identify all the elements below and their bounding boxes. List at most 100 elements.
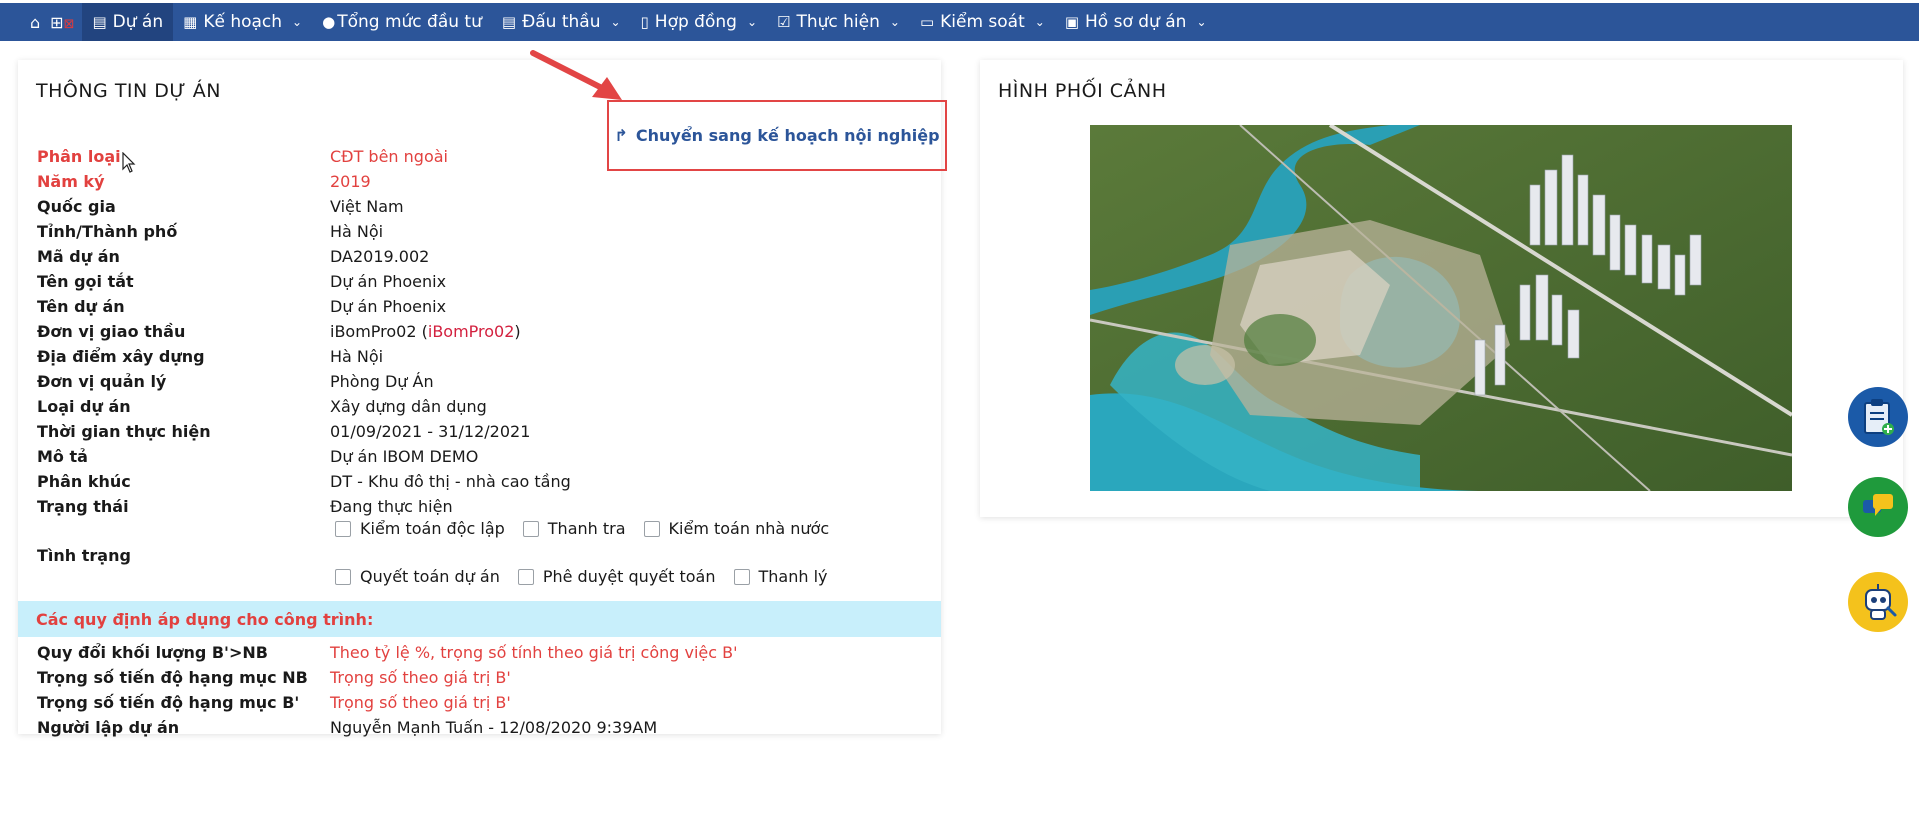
contract-icon: ▯ — [640, 13, 649, 31]
checkbox-kiem-toan-nha-nuoc[interactable]: Kiểm toán nhà nước — [643, 519, 830, 538]
checkbox[interactable] — [335, 568, 351, 585]
project-fields: Phân loại CĐT bên ngoài Năm ký 2019 Quốc… — [37, 144, 571, 519]
checkbox-phe-duyet-quyet-toan[interactable]: Phê duyệt quyết toán — [517, 567, 716, 586]
nav-item-ho-so-du-an[interactable]: ▣ Hồ sơ dự án ⌄ — [1055, 3, 1217, 41]
field-value: Dự án Phoenix — [330, 297, 447, 316]
field-label: Loại dự án — [37, 397, 131, 416]
nav-label: Hồ sơ dự án — [1085, 12, 1187, 32]
robot-icon — [1865, 584, 1897, 620]
field-label: Phân khúc — [37, 472, 131, 491]
field-row: Mô tả Dự án IBOM DEMO — [37, 444, 571, 469]
plan-icon: ▦ — [183, 13, 198, 31]
field-value: Đang thực hiện — [330, 497, 453, 516]
chevron-down-icon: ⌄ — [610, 15, 621, 29]
checkbox-kiem-toan-doc-lap[interactable]: Kiểm toán độc lập — [335, 519, 505, 538]
briefcase-icon: ▣ — [1064, 13, 1080, 31]
field-row: Loại dự án Xây dựng dân dụng — [37, 394, 571, 419]
grid-add-icon[interactable]: ⊞⊠ — [50, 13, 74, 32]
checkbox[interactable] — [335, 520, 351, 537]
contractor-link[interactable]: iBomPro02 — [428, 322, 515, 341]
add-note-button[interactable] — [1848, 387, 1908, 447]
field-label: Năm ký — [37, 172, 105, 191]
checkbox-label: Kiểm toán độc lập — [360, 519, 505, 538]
check-icon: ☑ — [777, 13, 791, 31]
field-row: Mã dự án DA2019.002 — [37, 244, 571, 269]
field-value: Dự án Phoenix — [330, 272, 447, 291]
perspective-image — [1090, 125, 1792, 491]
checkbox-label: Quyết toán dự án — [360, 567, 500, 586]
field-label: Tỉnh/Thành phố — [37, 222, 178, 241]
field-value: Hà Nội — [330, 222, 384, 241]
rules-fields: Quy đổi khối lượng B'>NB Theo tỷ lệ %, t… — [37, 640, 738, 740]
nav-item-ke-hoach[interactable]: ▦ Kế hoạch ⌄ — [173, 3, 312, 41]
perspective-panel: HÌNH PHỐI CẢNH — [980, 60, 1903, 517]
checkbox-thanh-tra[interactable]: Thanh tra — [522, 519, 626, 538]
rules-header: Các quy định áp dụng cho công trình: — [18, 601, 941, 637]
support-bot-button[interactable] — [1848, 572, 1908, 632]
checkbox[interactable] — [733, 568, 750, 585]
nav-label: Đấu thầu — [522, 12, 601, 32]
chevron-down-icon: ⌄ — [1034, 15, 1045, 29]
redirect-arrow-icon: ↱ — [614, 126, 628, 145]
field-row: Phân khúc DT - Khu đô thị - nhà cao tầng — [37, 469, 571, 494]
nav-item-thuc-hien[interactable]: ☑ Thực hiện ⌄ — [767, 3, 910, 41]
field-label: Tên gọi tắt — [37, 272, 134, 291]
nav-label: Dự án — [112, 12, 164, 32]
nav-item-du-an[interactable]: ▤ Dự án — [82, 3, 174, 41]
top-nav: ⌂ ⊞⊠ ▤ Dự án ▦ Kế hoạch ⌄ ● Tổng mức đầu… — [0, 3, 1919, 41]
rule-label: Quy đổi khối lượng B'>NB — [37, 643, 268, 662]
chevron-down-icon: ⌄ — [292, 15, 303, 29]
monitor-icon: ▭ — [919, 13, 935, 31]
chat-button[interactable] — [1848, 477, 1908, 537]
rule-row: Trọng số tiến độ hạng mục B' Trọng số th… — [37, 690, 738, 715]
field-label: Tên dự án — [37, 297, 125, 316]
chevron-down-icon: ⌄ — [746, 15, 757, 29]
nav-label: Kế hoạch — [203, 12, 283, 32]
clipboard-add-icon — [1864, 399, 1894, 435]
home-group: ⌂ ⊞⊠ — [0, 3, 82, 41]
perspective-title: HÌNH PHỐI CẢNH — [998, 80, 1167, 102]
field-value: Hà Nội — [330, 347, 384, 366]
field-row: Tên gọi tắt Dự án Phoenix — [37, 269, 571, 294]
move-to-internal-plan-button[interactable]: ↱ Chuyển sang kế hoạch nội nghiệp — [607, 100, 947, 171]
chat-icon — [1863, 494, 1893, 516]
field-value: Việt Nam — [330, 197, 404, 216]
nav-item-dau-thau[interactable]: ▤ Đấu thầu ⌄ — [492, 3, 631, 41]
money-bag-icon: ● — [322, 13, 336, 31]
nav-item-kiem-soat[interactable]: ▭ Kiểm soát ⌄ — [910, 3, 1055, 41]
checkbox[interactable] — [643, 520, 660, 537]
field-value: DA2019.002 — [330, 247, 430, 266]
rule-value: Trọng số theo giá trị B' — [330, 693, 511, 712]
checkbox-quyet-toan-du-an[interactable]: Quyết toán dự án — [335, 567, 500, 586]
home-icon[interactable]: ⌂ — [30, 13, 40, 32]
chevron-down-icon: ⌄ — [1196, 15, 1207, 29]
nav-label: Tổng mức đầu tư — [337, 12, 482, 32]
field-label: Mô tả — [37, 447, 88, 466]
rule-value: Trọng số theo giá trị B' — [330, 668, 511, 687]
nav-label: Hợp đồng — [654, 12, 737, 32]
nav-label: Kiểm soát — [940, 12, 1025, 32]
status-label: Tình trạng — [37, 546, 131, 565]
checkbox-label: Phê duyệt quyết toán — [542, 567, 716, 586]
field-row: Quốc gia Việt Nam — [37, 194, 571, 219]
field-value: Phòng Dự Án — [330, 372, 434, 391]
rule-value: Theo tỷ lệ %, trọng số tính theo giá trị… — [330, 643, 738, 662]
checkbox[interactable] — [517, 568, 534, 585]
field-label: Phân loại — [37, 147, 121, 166]
field-label: Quốc gia — [37, 197, 116, 216]
mouse-cursor-icon — [122, 152, 136, 173]
checkbox-label: Kiểm toán nhà nước — [668, 519, 830, 538]
checkbox-group-settlement: Quyết toán dự án Phê duyệt quyết toán Th… — [335, 567, 828, 586]
nav-label: Thực hiện — [796, 12, 880, 32]
checkbox[interactable] — [522, 520, 539, 537]
field-row: Thời gian thực hiện 01/09/2021 - 31/12/2… — [37, 419, 571, 444]
field-row: Đơn vị giao thầu iBomPro02 (iBomPro02) — [37, 319, 571, 344]
field-label: Mã dự án — [37, 247, 120, 266]
nav-item-hop-dong[interactable]: ▯ Hợp đồng ⌄ — [631, 3, 767, 41]
checkbox-thanh-ly[interactable]: Thanh lý — [733, 567, 828, 586]
field-row: Địa điểm xây dựng Hà Nội — [37, 344, 571, 369]
nav-item-tong-muc-dau-tu[interactable]: ● Tổng mức đầu tư — [312, 3, 492, 41]
field-row: Đơn vị quản lý Phòng Dự Án — [37, 369, 571, 394]
project-info-panel: THÔNG TIN DỰ ÁN ↱ Chuyển sang kế hoạch n… — [18, 60, 947, 737]
field-label: Trạng thái — [37, 497, 129, 516]
